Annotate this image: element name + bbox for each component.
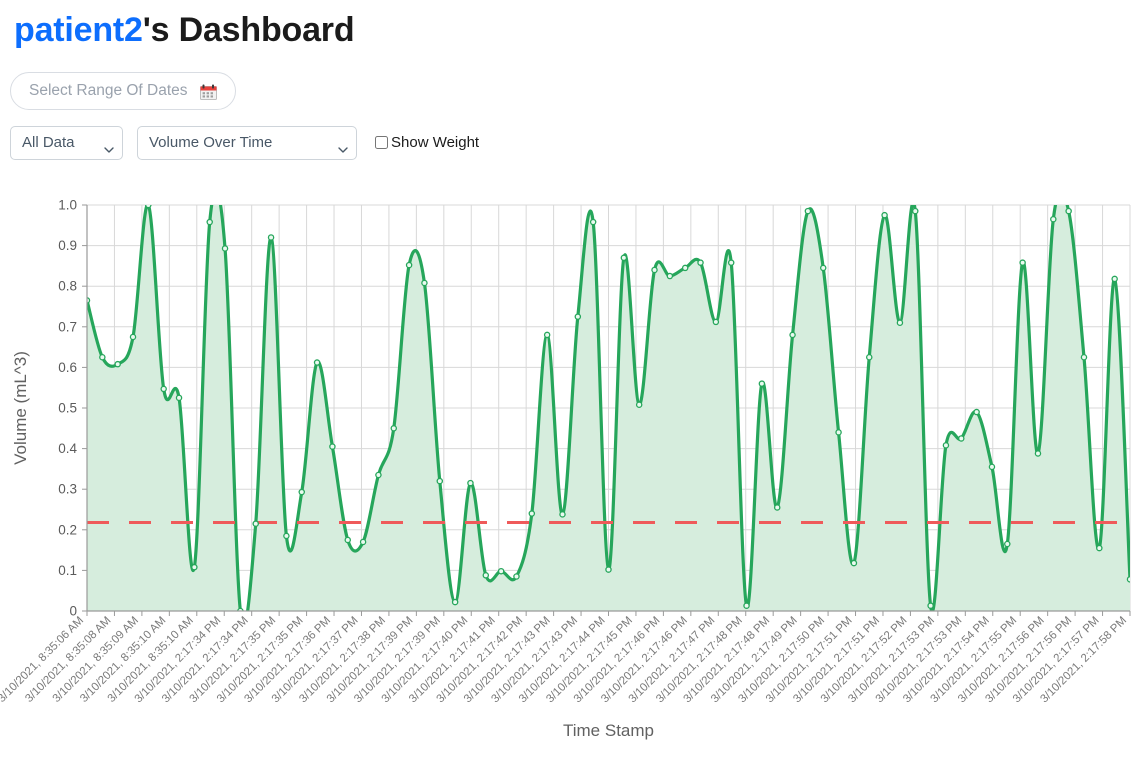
volume-over-time-chart: 0 0.1 0.2 0.3 0.4 0.5 0.6 0.7 0.8 0.9 1.0 3/10/2021… bbox=[0, 190, 1148, 763]
data-point-marker[interactable] bbox=[99, 353, 106, 361]
data-point-marker[interactable] bbox=[375, 471, 382, 479]
data-point-marker[interactable] bbox=[482, 572, 490, 579]
data-point-marker[interactable] bbox=[283, 532, 290, 540]
data-point-marker[interactable] bbox=[221, 245, 229, 252]
data-point-marker[interactable] bbox=[467, 479, 474, 487]
data-point-marker[interactable] bbox=[191, 563, 198, 571]
data-point-marker[interactable] bbox=[574, 313, 582, 320]
data-point-marker[interactable] bbox=[712, 318, 720, 326]
page-title-suffix: 's Dashboard bbox=[142, 11, 355, 49]
data-filter-select[interactable]: All Data bbox=[10, 125, 123, 160]
y-tick-label: 0.6 bbox=[58, 360, 77, 375]
data-point-marker[interactable] bbox=[681, 264, 689, 272]
y-tick-label: 0.7 bbox=[58, 319, 77, 334]
data-point-marker[interactable] bbox=[390, 425, 398, 432]
data-filter-wrapper: All Data bbox=[10, 125, 123, 160]
data-point-marker[interactable] bbox=[758, 380, 766, 387]
data-point-marker[interactable] bbox=[651, 266, 658, 274]
date-range-picker[interactable]: Select Range Of Dates bbox=[10, 71, 236, 110]
data-point-marker[interactable] bbox=[1065, 207, 1072, 215]
data-point-marker[interactable] bbox=[543, 331, 551, 339]
data-point-marker[interactable] bbox=[1034, 450, 1042, 457]
data-point-marker[interactable] bbox=[942, 442, 950, 449]
data-point-marker[interactable] bbox=[697, 259, 704, 266]
data-point-marker[interactable] bbox=[1096, 544, 1103, 552]
data-point-marker[interactable] bbox=[528, 510, 536, 517]
data-point-marker[interactable] bbox=[206, 218, 213, 226]
y-tick-label: 0.4 bbox=[58, 441, 77, 456]
page-title: patient2's Dashboard bbox=[0, 0, 1148, 54]
data-point-marker[interactable] bbox=[405, 261, 413, 269]
data-point-marker[interactable] bbox=[727, 259, 735, 266]
data-point-marker[interactable] bbox=[436, 477, 444, 485]
controls-container: Select Range Of Dates All Data Volume Ov… bbox=[0, 54, 1148, 160]
data-point-marker[interactable] bbox=[850, 559, 858, 567]
show-weight-checkbox[interactable] bbox=[375, 136, 388, 150]
y-tick-label: 0.5 bbox=[58, 401, 77, 416]
data-point-marker[interactable] bbox=[329, 443, 336, 450]
data-point-marker[interactable] bbox=[866, 353, 873, 361]
y-tick-label: 0.9 bbox=[58, 238, 77, 253]
data-point-marker[interactable] bbox=[958, 435, 965, 442]
y-tick-label: 0.2 bbox=[58, 522, 77, 537]
x-axis-title: Time Stamp bbox=[563, 721, 654, 740]
data-point-marker[interactable] bbox=[160, 385, 167, 393]
data-point-marker[interactable] bbox=[513, 573, 520, 580]
y-axis-title: Volume (mL^3) bbox=[11, 351, 30, 465]
data-point-marker[interactable] bbox=[451, 598, 459, 606]
y-tick-label: 0.3 bbox=[58, 482, 77, 497]
page-title-username: patient2 bbox=[14, 11, 143, 49]
data-point-marker[interactable] bbox=[559, 511, 566, 518]
data-point-marker[interactable] bbox=[421, 279, 428, 287]
y-tick-label: 0.8 bbox=[58, 279, 77, 294]
data-point-marker[interactable] bbox=[1126, 576, 1132, 583]
data-point-marker[interactable] bbox=[1111, 275, 1118, 283]
data-point-marker[interactable] bbox=[1004, 540, 1011, 548]
data-point-marker[interactable] bbox=[129, 333, 137, 341]
data-point-marker[interactable] bbox=[973, 408, 980, 416]
data-point-marker[interactable] bbox=[344, 536, 351, 544]
data-point-marker[interactable] bbox=[589, 218, 597, 226]
data-point-marker[interactable] bbox=[313, 359, 321, 366]
data-point-marker[interactable] bbox=[804, 207, 812, 215]
data-point-marker[interactable] bbox=[252, 520, 259, 527]
y-tick-label: 0.1 bbox=[58, 563, 77, 578]
chart-canvas: 00.10.20.30.40.50.60.70.80.91.03/10/2021… bbox=[0, 198, 1132, 740]
data-point-marker[interactable] bbox=[145, 202, 152, 209]
data-point-marker[interactable] bbox=[298, 488, 305, 496]
data-point-marker[interactable] bbox=[1050, 215, 1057, 223]
data-point-marker[interactable] bbox=[743, 602, 750, 609]
data-point-marker[interactable] bbox=[819, 264, 827, 272]
data-point-marker[interactable] bbox=[175, 394, 183, 402]
data-point-marker[interactable] bbox=[1019, 259, 1026, 266]
metric-select[interactable]: Volume Over Time bbox=[137, 125, 357, 160]
data-point-marker[interactable] bbox=[1080, 353, 1088, 361]
data-point-marker[interactable] bbox=[835, 429, 842, 436]
data-point-marker[interactable] bbox=[605, 566, 612, 573]
y-tick-label: 1.0 bbox=[58, 198, 77, 213]
data-point-marker[interactable] bbox=[773, 504, 781, 511]
calendar-icon bbox=[199, 84, 217, 100]
data-point-marker[interactable] bbox=[267, 234, 275, 241]
show-weight-label[interactable]: Show Weight bbox=[391, 134, 479, 151]
date-range-placeholder: Select Range Of Dates bbox=[29, 81, 188, 99]
data-point-marker[interactable] bbox=[497, 567, 505, 575]
data-point-marker[interactable] bbox=[896, 319, 904, 326]
data-point-marker[interactable] bbox=[789, 331, 796, 339]
data-point-marker[interactable] bbox=[912, 207, 919, 215]
metric-select-wrapper: Volume Over Time bbox=[137, 125, 357, 160]
data-point-marker[interactable] bbox=[620, 254, 628, 262]
data-point-marker[interactable] bbox=[988, 463, 996, 471]
data-point-marker[interactable] bbox=[359, 538, 367, 546]
data-point-marker[interactable] bbox=[114, 360, 121, 368]
data-point-marker[interactable] bbox=[881, 211, 888, 219]
data-point-marker[interactable] bbox=[666, 272, 674, 280]
filter-row: All Data Volume Over Time Show Weight bbox=[10, 125, 1148, 160]
data-point-marker[interactable] bbox=[635, 401, 643, 408]
data-point-marker[interactable] bbox=[927, 602, 934, 609]
show-weight-group: Show Weight bbox=[375, 134, 479, 151]
